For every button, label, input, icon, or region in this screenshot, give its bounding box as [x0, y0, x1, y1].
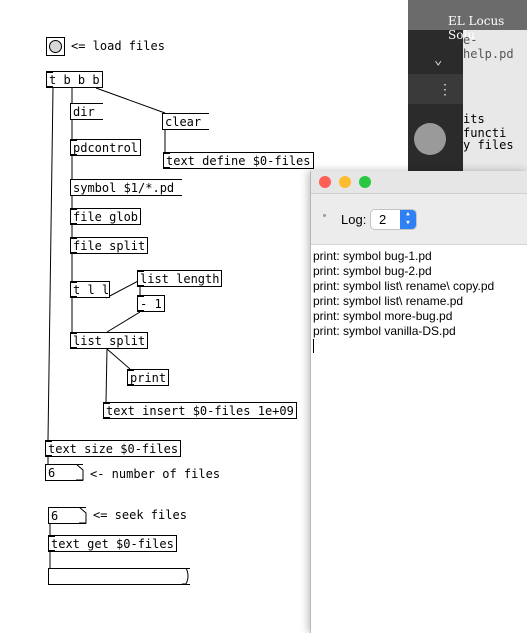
load-files-comment: <= load files	[71, 39, 165, 53]
console-line: print: symbol vanilla-DS.pd	[313, 324, 456, 338]
output-message-flag	[182, 568, 189, 585]
bang-button[interactable]	[46, 37, 65, 56]
console-toolbar: Log: 2 ▴ ▾	[311, 194, 527, 245]
text-size-object[interactable]: text size $0-files	[45, 440, 182, 457]
background-window: ⌄ ⋮ EL Locus Solu e-help.pd its functi y…	[408, 0, 527, 175]
log-level-value: 2	[379, 212, 387, 227]
pd-console-window[interactable]: Log: 2 ▴ ▾ print: symbol bug-1.pd print: …	[310, 171, 527, 633]
clear-message[interactable]: clear	[162, 113, 210, 130]
file-split-object[interactable]: file split	[70, 237, 149, 254]
output-message-box[interactable]	[48, 568, 190, 585]
text-insert-object[interactable]: text insert $0-files 1e+09	[103, 402, 297, 419]
console-line: print: symbol bug-2.pd	[313, 264, 432, 278]
back-window-text-2: y files	[463, 138, 514, 152]
console-line: print: symbol list\ rename.pd	[313, 294, 464, 308]
text-define-object[interactable]: text define $0-files	[163, 152, 314, 169]
list-split-object[interactable]: list split	[70, 332, 149, 349]
log-level-select[interactable]: 2 ▴ ▾	[370, 209, 417, 230]
number-of-files-comment: <- number of files	[90, 467, 221, 481]
dsp-indicator-icon	[323, 214, 326, 217]
seek-files-comment: <= seek files	[93, 508, 187, 522]
minimize-window-button[interactable]	[339, 176, 351, 188]
list-length-object[interactable]: list length	[137, 270, 223, 287]
seek-box-corner	[79, 507, 87, 524]
print-object[interactable]: print	[127, 369, 170, 386]
moon-image-icon	[414, 123, 446, 155]
console-titlebar[interactable]	[311, 171, 527, 194]
chevron-down-icon[interactable]: ⌄	[434, 52, 442, 68]
close-window-button[interactable]	[319, 176, 331, 188]
dir-message[interactable]: dir	[70, 103, 103, 120]
console-line: print: symbol bug-1.pd	[313, 249, 432, 263]
back-window-text-1: its functi	[463, 112, 507, 140]
log-label: Log:	[341, 212, 367, 227]
trigger-list-object[interactable]: t l l	[70, 281, 110, 298]
console-line: print: symbol more-bug.pd	[313, 309, 453, 323]
trigger-object[interactable]: t b b b	[46, 71, 103, 88]
pdcontrol-object[interactable]: pdcontrol	[70, 139, 142, 156]
console-line: print: symbol list\ rename\ copy.pd	[313, 279, 495, 293]
text-get-object[interactable]: text get $0-files	[48, 535, 177, 552]
console-output[interactable]: print: symbol bug-1.pd print: symbol bug…	[313, 249, 494, 353]
dark-panel: ⌄ ⋮	[408, 30, 463, 175]
symbol-glob-message[interactable]: symbol $1/*.pd	[70, 179, 183, 196]
number-box-corner	[76, 464, 84, 481]
more-vertical-icon[interactable]: ⋮	[438, 82, 452, 98]
select-arrows-icon: ▴ ▾	[400, 210, 416, 229]
back-window-tab[interactable]: e-help.pd	[463, 33, 527, 61]
file-glob-object[interactable]: file glob	[70, 208, 142, 225]
zoom-window-button[interactable]	[359, 176, 371, 188]
minus-one-object[interactable]: - 1	[137, 295, 165, 312]
text-cursor	[313, 339, 314, 353]
